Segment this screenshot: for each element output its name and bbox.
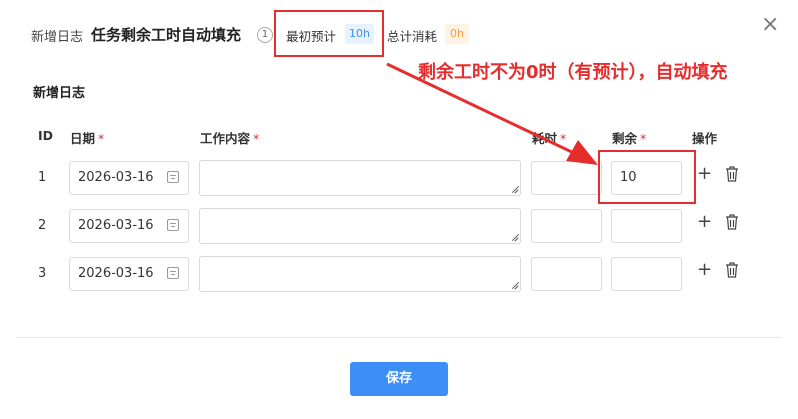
delete-row-icon[interactable] (725, 262, 739, 278)
row-id: 2 (38, 218, 47, 233)
footer-divider (16, 337, 782, 338)
row-id: 1 (38, 170, 47, 185)
annotation-text: 剩余工时不为0时（有预计），自动填充 (418, 62, 728, 83)
add-row-icon[interactable]: + (697, 213, 712, 231)
date-picker[interactable]: 2026-03-16 (69, 161, 189, 195)
save-button[interactable]: 保存 (350, 362, 448, 396)
estimate-highlight-box (274, 10, 384, 57)
header-prefix: 新增日志 (31, 30, 84, 45)
consumed-label: 总计消耗 (387, 29, 438, 44)
calendar-icon (167, 219, 179, 231)
task-number-badge: 1 (257, 27, 273, 43)
hours-input[interactable] (531, 209, 602, 243)
resize-handle-icon[interactable] (511, 234, 518, 241)
hours-input[interactable] (531, 161, 602, 195)
add-row-icon[interactable]: + (697, 261, 712, 279)
work-content-textarea[interactable] (199, 160, 521, 196)
row-id: 3 (38, 266, 47, 281)
column-header-date: 日期 * (70, 131, 105, 146)
remaining-input[interactable] (611, 257, 682, 291)
column-header-hours: 耗时 * (532, 131, 567, 146)
delete-row-icon[interactable] (725, 214, 739, 230)
hours-input[interactable] (531, 257, 602, 291)
delete-row-icon[interactable] (725, 166, 739, 182)
remaining-input[interactable] (611, 209, 682, 243)
consumed-badge: 0h (445, 24, 469, 44)
page-title: 任务剩余工时自动填充 (91, 26, 242, 44)
date-picker[interactable]: 2026-03-16 (69, 209, 189, 243)
column-header-remaining: 剩余 * (612, 131, 647, 146)
work-content-textarea[interactable] (199, 208, 521, 244)
column-header-actions: 操作 (692, 131, 718, 146)
calendar-icon (167, 267, 179, 279)
section-title: 新增日志 (33, 86, 86, 101)
add-row-icon[interactable]: + (697, 165, 712, 183)
calendar-icon (167, 171, 179, 183)
resize-handle-icon[interactable] (511, 282, 518, 289)
work-content-textarea[interactable] (199, 256, 521, 292)
resize-handle-icon[interactable] (511, 186, 518, 193)
date-picker[interactable]: 2026-03-16 (69, 257, 189, 291)
close-icon[interactable]: × (761, 14, 779, 36)
column-header-id: ID (38, 128, 54, 143)
remaining-highlight-box (598, 150, 696, 204)
column-header-content: 工作内容 * (200, 131, 260, 146)
